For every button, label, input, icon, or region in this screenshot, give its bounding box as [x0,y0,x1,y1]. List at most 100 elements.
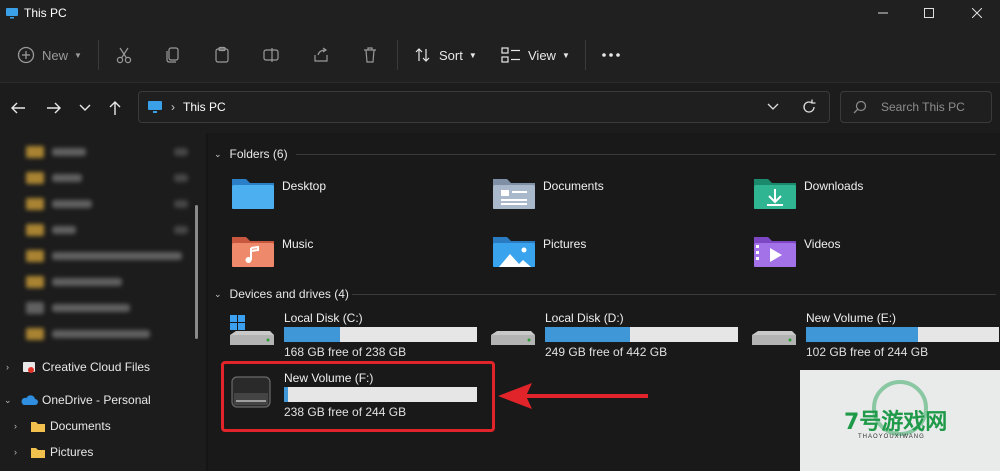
drive-usage-fill [545,327,630,342]
pictures-folder-icon [493,237,535,267]
up-button[interactable] [104,97,126,119]
folder-music[interactable]: Music [230,233,470,273]
maximize-icon [924,8,934,18]
music-folder-icon [232,237,274,267]
drive-d[interactable]: Local Disk (D:) 249 GB free of 442 GB [489,311,749,359]
chevron-down-icon: ▼ [74,50,82,60]
folder-videos[interactable]: Videos [752,233,992,273]
blurred-nav-item [26,275,122,289]
drive-c[interactable]: Local Disk (C:) 168 GB free of 238 GB [228,311,488,359]
folder-documents[interactable]: Documents [491,175,731,215]
chevron-down-icon: ▼ [468,50,477,60]
drive-usage-bar [545,327,738,342]
drive-e[interactable]: New Volume (E:) 102 GB free of 244 GB [750,311,1000,359]
copy-button[interactable] [164,43,182,67]
paste-icon [215,46,229,63]
onedrive-cloud-icon [21,395,38,405]
annotation-highlight-box [221,361,495,432]
navigation-pane: › Creative Cloud Files ⌄ OneDrive - Pers… [0,133,206,471]
chevron-right-icon: › [14,447,17,457]
scissors-icon [116,47,132,64]
documents-folder-icon [493,179,535,209]
drive-label: Local Disk (C:) [284,311,363,325]
drive-usage-bar [284,327,477,342]
sidebar-scrollbar[interactable] [195,205,198,339]
search-icon [853,100,867,114]
chevron-right-icon: › [6,362,9,372]
minimize-icon [878,12,888,14]
address-dropdown-button[interactable] [767,98,779,119]
folders-group-label: Folders (6) [229,147,288,161]
group-divider [296,154,996,155]
chevron-down-icon: ⌄ [4,394,12,405]
close-button[interactable] [954,0,1000,26]
chevron-down-icon [79,104,91,111]
refresh-button[interactable] [801,98,817,119]
blurred-nav-item [26,249,182,263]
folders-group-header[interactable]: ⌄ Folders (6) [214,144,288,164]
refresh-icon [803,99,816,113]
rename-button[interactable] [262,43,280,67]
more-options-button[interactable] [601,43,621,67]
sort-button[interactable]: Sort ▼ [414,43,477,67]
devices-group-header[interactable]: ⌄ Devices and drives (4) [214,284,349,304]
address-row: › This PC Search This PC [0,83,1000,133]
drive-usage-fill [806,327,918,342]
search-input[interactable]: Search This PC [840,91,992,123]
drive-free-space: 249 GB free of 442 GB [545,345,668,359]
blurred-nav-item [26,223,188,237]
copy-icon [166,47,179,63]
view-label: View [528,47,556,63]
blurred-nav-item [26,327,150,341]
search-placeholder: Search This PC [881,100,965,114]
sidebar-item-label: Creative Cloud Files [42,360,151,374]
drive-free-space: 168 GB free of 238 GB [284,345,407,359]
more-icon [602,53,620,57]
address-bar[interactable]: › This PC [138,91,830,123]
view-button[interactable]: View ▼ [501,43,570,67]
paste-button[interactable] [213,43,231,67]
chevron-down-icon: ▼ [561,50,570,60]
sort-icon [415,48,430,62]
folder-label: Documents [543,179,604,193]
arrow-left-icon [11,102,25,114]
command-bar: New ▼ Sort ▼ View ▼ [0,26,1000,83]
folder-label: Downloads [804,179,864,193]
share-button[interactable] [312,43,330,67]
arrow-right-icon [47,102,61,114]
recent-locations-button[interactable] [74,97,96,119]
blurred-nav-item [26,197,188,211]
drive-usage-bar [806,327,999,342]
maximize-button[interactable] [906,0,952,26]
blurred-nav-item [26,145,188,159]
watermark-subtext: THAOYOUXIWANG [858,434,925,440]
folder-desktop[interactable]: Desktop [230,175,470,215]
folder-pictures[interactable]: Pictures [491,233,731,273]
this-pc-icon [6,8,18,19]
downloads-folder-icon [754,179,796,209]
desktop-folder-icon [232,179,274,209]
site-watermark: 7号游戏网 THAOYOUXIWANG [800,370,1000,471]
watermark-text: 7号游戏网 [844,410,948,435]
drive-usage-fill [284,327,340,342]
minimize-button[interactable] [860,0,906,26]
windows-drive-icon [230,315,274,345]
cut-button[interactable] [115,43,133,67]
new-button[interactable]: New ▼ [17,43,82,67]
sort-label: Sort [439,47,463,63]
new-label: New [42,47,69,63]
arrow-up-icon [109,101,121,115]
title-bar: This PC [0,0,1000,26]
back-button[interactable] [7,97,29,119]
share-icon [314,47,328,62]
delete-button[interactable] [361,43,379,67]
rename-icon [263,48,279,62]
folder-downloads[interactable]: Downloads [752,175,992,215]
toolbar-divider [397,40,398,70]
chevron-down-icon [767,103,779,110]
toolbar-divider [585,40,586,70]
sidebar-item-label: Documents [50,419,111,433]
breadcrumb-this-pc[interactable]: This PC [183,100,226,114]
forward-button[interactable] [43,97,65,119]
folder-icon [31,447,45,458]
